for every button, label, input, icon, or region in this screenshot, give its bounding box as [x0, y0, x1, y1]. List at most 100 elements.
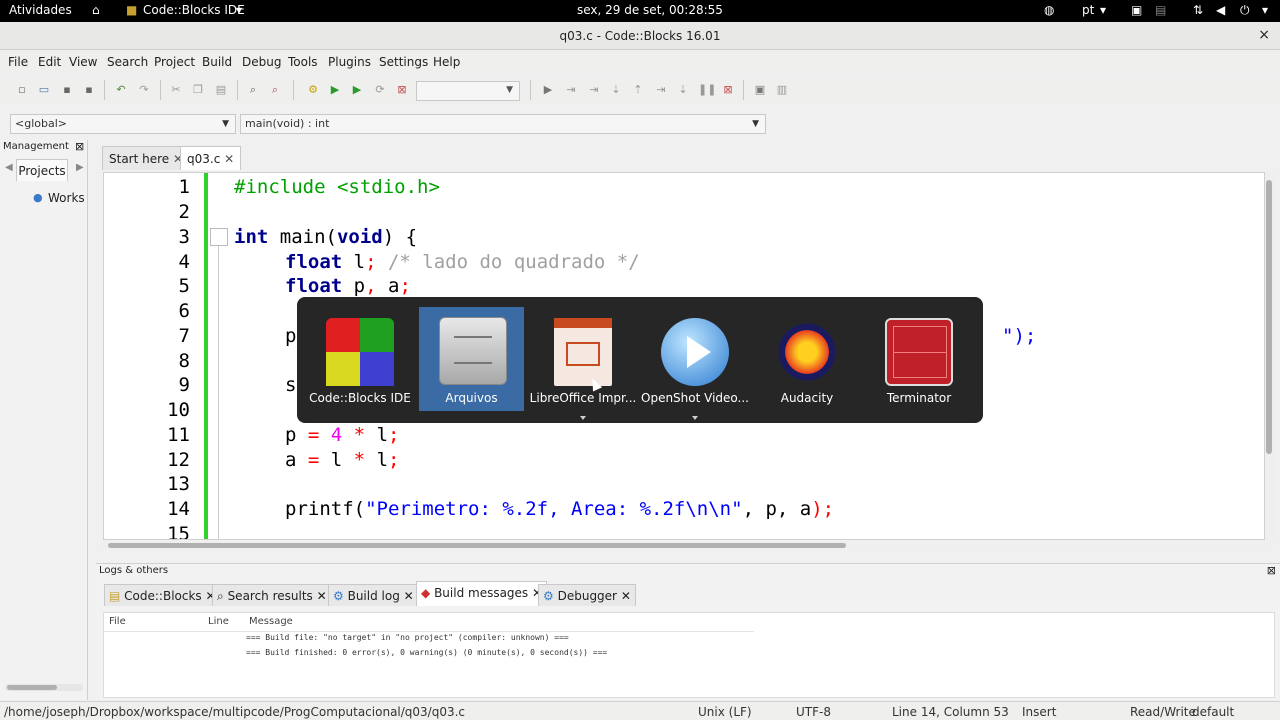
line-number: 6	[178, 300, 190, 322]
build-gear-icon[interactable]: ⚙	[306, 83, 320, 97]
menu-project[interactable]: Project	[154, 55, 195, 69]
tab-build-log[interactable]: ⚙ Build log ✕	[328, 584, 419, 606]
menu-plugins[interactable]: Plugins	[328, 55, 371, 69]
switcher-app-audacity[interactable]: Audacity	[752, 318, 862, 412]
open-file-icon[interactable]: ▭	[37, 83, 51, 97]
menu-settings[interactable]: Settings	[379, 55, 428, 69]
switcher-app-libreoffice-impress[interactable]: LibreOffice Impr...	[528, 318, 638, 412]
tab-codeblocks-log[interactable]: ▤ Code::Blocks ✕	[104, 584, 221, 606]
step-into-icon[interactable]: ⇣	[609, 83, 623, 97]
tab-projects[interactable]: Projects	[16, 159, 68, 181]
scope-combo[interactable]: <global> ▼	[10, 114, 236, 134]
column-header-message[interactable]: Message	[249, 616, 293, 627]
tray-icon[interactable]: ◍	[1044, 3, 1054, 17]
app-label: OpenShot Video...	[641, 391, 749, 405]
window-icon[interactable]: ▣	[1131, 3, 1142, 17]
run-icon[interactable]: ▶	[328, 83, 342, 97]
tab-start-here[interactable]: Start here ✕	[102, 146, 191, 170]
copy-icon[interactable]: ❐	[191, 83, 205, 97]
menu-edit[interactable]: Edit	[38, 55, 61, 69]
function-combo[interactable]: main(void) : int ▼	[240, 114, 766, 134]
switcher-app-codeblocks[interactable]: Code::Blocks IDE	[305, 318, 415, 412]
redo-icon[interactable]: ↷	[137, 83, 151, 97]
scope-label: <global>	[15, 117, 67, 130]
build-target-combo[interactable]: ▼	[416, 81, 520, 101]
menu-build[interactable]: Build	[202, 55, 232, 69]
log-row[interactable]: === Build finished: 0 error(s), 0 warnin…	[246, 648, 607, 657]
paste-icon[interactable]: ▤	[214, 83, 228, 97]
log-row[interactable]: === Build file: "no target" in "no proje…	[246, 633, 569, 642]
close-icon[interactable]: ×	[1258, 27, 1270, 43]
close-icon[interactable]: ✕	[621, 589, 631, 603]
line-number: 8	[178, 350, 190, 372]
rebuild-icon[interactable]: ⟳	[373, 83, 387, 97]
column-header-line[interactable]: Line	[208, 616, 229, 627]
close-icon[interactable]: ✕	[224, 152, 234, 166]
step-out-icon[interactable]: ⇡	[631, 83, 645, 97]
file-cabinet-icon	[439, 317, 507, 385]
change-bar	[204, 173, 208, 539]
find-icon[interactable]: ⌕	[246, 83, 260, 97]
close-icon[interactable]: ✕	[404, 589, 414, 603]
power-icon[interactable]: ⏻	[1240, 3, 1250, 18]
document-icon[interactable]: ▤	[1155, 3, 1166, 17]
build-messages-list[interactable]: File Line Message === Build file: "no ta…	[103, 612, 1275, 698]
language-indicator[interactable]: pt	[1082, 3, 1094, 17]
vertical-scroll-thumb[interactable]	[1266, 180, 1272, 454]
undo-icon[interactable]: ↶	[114, 83, 128, 97]
menu-help[interactable]: Help	[433, 55, 460, 69]
fold-marker-icon[interactable]	[210, 228, 228, 246]
mgmt-horizontal-scrollbar[interactable]	[5, 684, 83, 691]
replace-icon[interactable]: ⌕	[268, 83, 282, 97]
chevron-left-icon[interactable]: ◀	[5, 162, 13, 173]
separator	[293, 80, 294, 100]
switcher-app-openshot[interactable]: OpenShot Video...	[640, 318, 750, 412]
tab-build-messages[interactable]: ◆ Build messages ✕	[416, 581, 548, 606]
column-header-file[interactable]: File	[109, 616, 126, 627]
stop-debugger-icon[interactable]: ⊠	[721, 83, 735, 97]
save-all-icon[interactable]: ▪	[82, 83, 96, 97]
horizontal-scroll-thumb[interactable]	[108, 543, 846, 548]
home-icon: ⌂	[92, 3, 100, 17]
close-icon[interactable]: ✕	[317, 589, 327, 603]
next-instruction-icon[interactable]: ⇥	[654, 83, 668, 97]
tab-debugger[interactable]: ⚙ Debugger ✕	[538, 584, 636, 606]
close-icon[interactable]: ⊠	[75, 140, 84, 153]
debug-continue-icon[interactable]: ▶	[541, 83, 555, 97]
new-file-icon[interactable]: ▫	[15, 83, 29, 97]
menu-view[interactable]: View	[69, 55, 97, 69]
menu-search[interactable]: Search	[107, 55, 148, 69]
clock[interactable]: sex, 29 de set, 00:28:55	[577, 3, 723, 17]
activities-button[interactable]: Atividades	[9, 3, 72, 17]
abort-icon[interactable]: ⊠	[395, 83, 409, 97]
window-titlebar: q03.c - Code::Blocks 16.01 ×	[0, 22, 1280, 50]
codeblocks-app-icon	[326, 318, 394, 386]
cut-icon[interactable]: ✂	[169, 83, 183, 97]
run-to-cursor-icon[interactable]: ⇥	[564, 83, 578, 97]
menu-tools[interactable]: Tools	[288, 55, 318, 69]
next-line-icon[interactable]: ⇥	[587, 83, 601, 97]
menu-file[interactable]: File	[8, 55, 28, 69]
app-menu[interactable]: Code::Blocks IDE	[143, 3, 245, 17]
debug-info-icon[interactable]: ▥	[775, 83, 789, 97]
chevron-right-icon[interactable]: ▶	[76, 162, 84, 173]
switcher-app-arquivos[interactable]: Arquivos	[419, 307, 524, 411]
line-number-gutter: 1 2 3 4 5 6 7 8 9 10 11 12 13 14 15	[104, 173, 204, 539]
switcher-app-terminator[interactable]: Terminator	[864, 318, 974, 412]
scroll-thumb[interactable]	[7, 685, 57, 690]
build-run-icon[interactable]: ▶	[350, 83, 364, 97]
save-icon[interactable]: ▪	[60, 83, 74, 97]
pause-icon[interactable]: ❚❚	[698, 83, 716, 97]
network-icon[interactable]: ⇅	[1193, 3, 1203, 17]
line-number: 11	[167, 424, 190, 446]
function-label: main(void) : int	[245, 117, 330, 130]
workspace-item[interactable]: Works	[48, 191, 85, 205]
step-into-instruction-icon[interactable]: ⇣	[676, 83, 690, 97]
gear-icon: ⚙	[333, 589, 344, 603]
debug-windows-icon[interactable]: ▣	[753, 83, 767, 97]
tab-q03c[interactable]: q03.c ✕	[180, 146, 242, 170]
menu-debug[interactable]: Debug	[242, 55, 281, 69]
tab-search-results[interactable]: ⌕ Search results ✕	[212, 584, 332, 606]
close-icon[interactable]: ⊠	[1267, 564, 1276, 577]
volume-icon[interactable]: ◀	[1216, 3, 1225, 17]
